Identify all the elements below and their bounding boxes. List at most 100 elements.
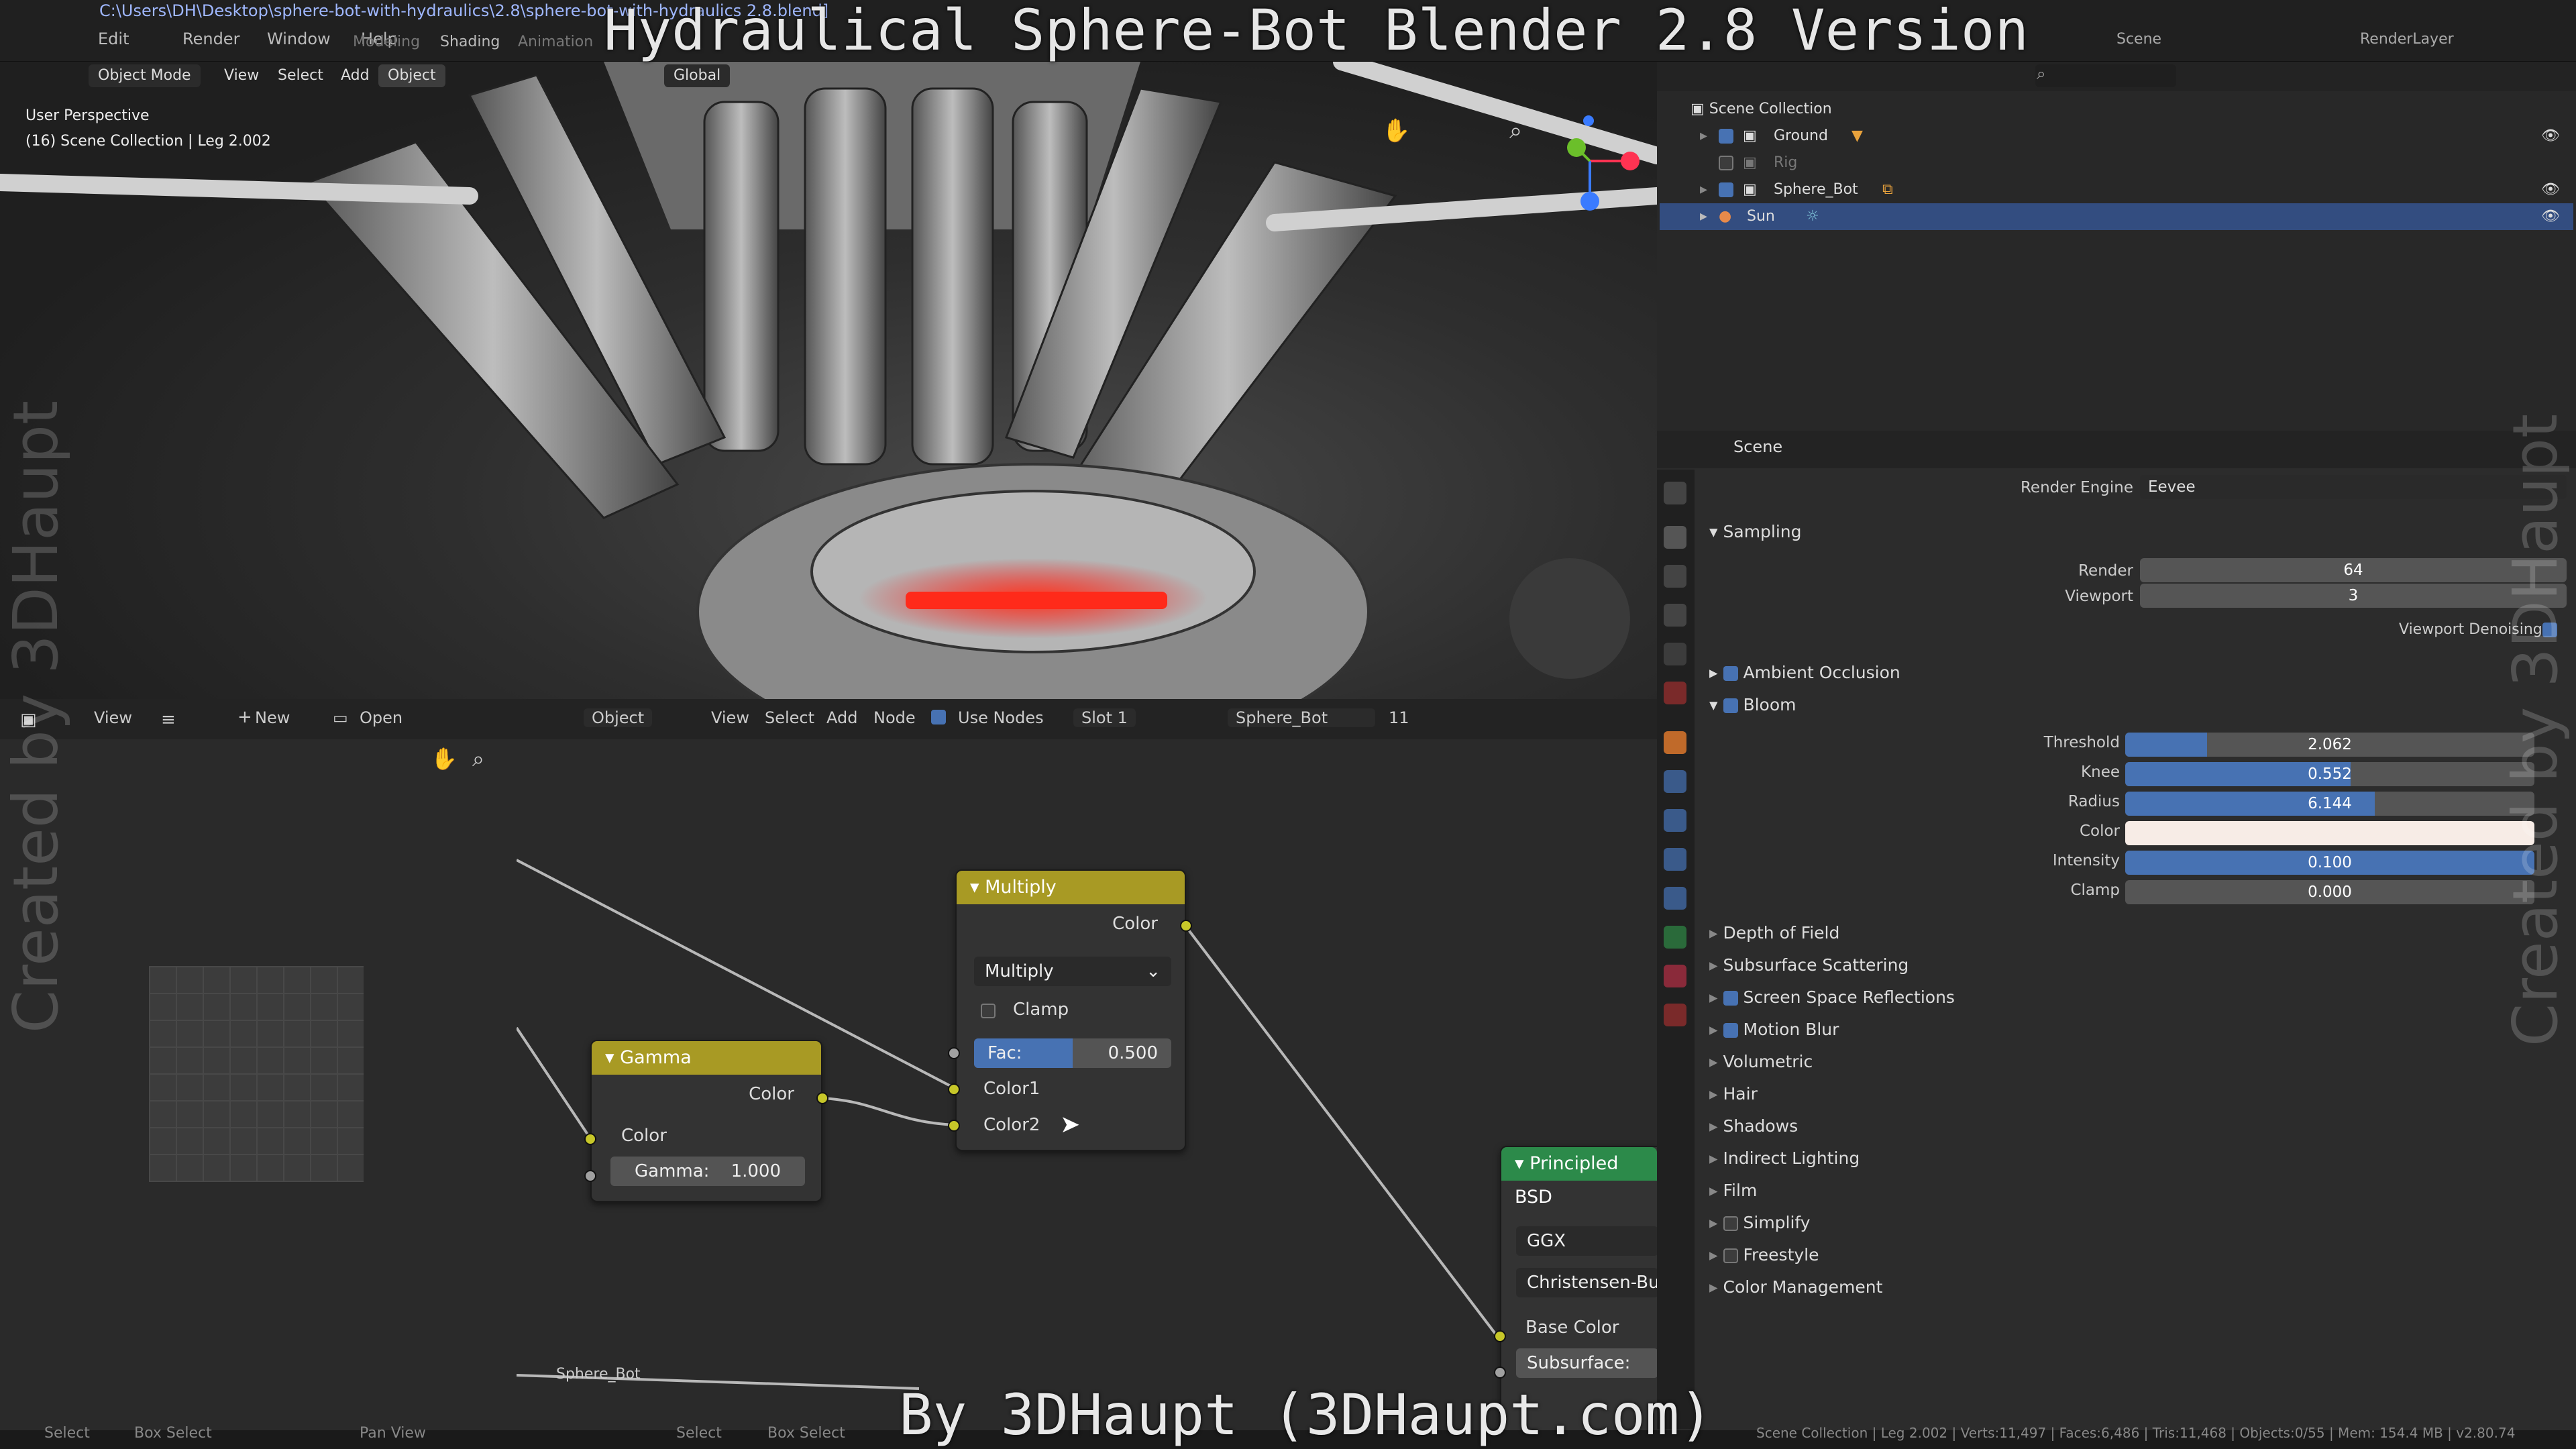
expand-arrow-icon[interactable]: ▸ (1700, 203, 1707, 230)
clamp-checkbox[interactable] (981, 1004, 996, 1018)
sampling-panel-header[interactable]: ▾ Sampling (1709, 522, 1802, 541)
fac-slider[interactable]: Fac: 0.500 (974, 1038, 1171, 1068)
bloom-color-swatch[interactable] (2125, 821, 2534, 845)
tab-shading[interactable]: Shading (440, 34, 500, 50)
tab-modeling[interactable]: Modeling (353, 34, 420, 50)
outliner-item-rig[interactable]: ▣ Rig (1657, 150, 2576, 176)
panel-freestyle[interactable]: ▸ Freestyle (1709, 1245, 1819, 1265)
image-view-menu[interactable]: View (94, 708, 132, 727)
node-menu-node[interactable]: Node (873, 708, 916, 727)
gamma-node-header[interactable]: ▾ Gamma (592, 1041, 821, 1075)
menu-edit[interactable]: Edit (98, 30, 129, 48)
multiply-output-socket[interactable] (1180, 920, 1192, 932)
expand-arrow-icon[interactable]: ▸ (1700, 176, 1707, 203)
viewport-menu-object[interactable]: Object (378, 64, 445, 87)
panel-film[interactable]: ▸ Film (1709, 1181, 1757, 1200)
radius-slider[interactable]: 6.144 (2125, 792, 2534, 816)
node-menu-view[interactable]: View (711, 708, 749, 727)
gamma-value-input-socket[interactable] (584, 1170, 596, 1182)
eye-icon[interactable]: 👁 (2541, 203, 2560, 230)
view-layer-tab-icon[interactable] (1664, 604, 1686, 627)
hand-pan-icon[interactable]: ✋ (1382, 117, 1410, 144)
principled-node-header[interactable]: ▾ Principled BSD (1501, 1147, 1657, 1208)
eye-icon[interactable]: 👁 (2541, 123, 2560, 150)
panel-checkbox[interactable] (1723, 991, 1738, 1006)
viewport-menu-add[interactable]: Add (331, 64, 379, 87)
tool-tab-icon[interactable] (1664, 482, 1686, 504)
hamburger-icon[interactable]: ≡ (161, 710, 176, 730)
bloom-panel-header[interactable]: ▾ Bloom (1709, 695, 1796, 714)
navigation-gizmo[interactable] (1529, 107, 1650, 221)
panel-indirect-lighting[interactable]: ▸ Indirect Lighting (1709, 1148, 1860, 1168)
panel-subsurface-scattering[interactable]: ▸ Subsurface Scattering (1709, 955, 1909, 975)
ground-include-checkbox[interactable] (1719, 129, 1733, 144)
panel-screen-space-reflections[interactable]: ▸ Screen Space Reflections (1709, 987, 1955, 1007)
spherebot-include-checkbox[interactable] (1719, 182, 1733, 197)
render-tab-icon[interactable] (1664, 526, 1686, 549)
zoom-icon[interactable]: ⌕ (1509, 117, 1522, 144)
panel-volumetric[interactable]: ▸ Volumetric (1709, 1052, 1813, 1071)
scene-tab-icon[interactable] (1664, 643, 1686, 665)
panel-hair[interactable]: ▸ Hair (1709, 1084, 1758, 1104)
rig-include-checkbox[interactable] (1719, 156, 1733, 170)
bloom-checkbox[interactable] (1723, 698, 1738, 713)
panel-depth-of-field[interactable]: ▸ Depth of Field (1709, 923, 1839, 943)
transform-orientation[interactable]: Global (664, 64, 731, 87)
bloom-clamp-slider[interactable]: 0.000 (2125, 880, 2534, 904)
material-users-count[interactable]: 11 (1389, 708, 1409, 727)
tab-animation[interactable]: Animation (518, 34, 593, 50)
menu-render[interactable]: Render (182, 30, 239, 48)
3d-viewport[interactable] (0, 62, 1657, 699)
slot-dropdown[interactable]: Slot 1 (1073, 708, 1136, 727)
expand-arrow-icon[interactable]: ▸ (1700, 123, 1707, 150)
outliner-search-input[interactable] (2035, 64, 2176, 87)
constraints-tab-icon[interactable] (1664, 887, 1686, 910)
use-nodes-checkbox[interactable] (931, 710, 946, 724)
fac-input-socket[interactable] (948, 1047, 960, 1059)
object-dropdown[interactable]: Object (584, 708, 653, 727)
panel-simplify[interactable]: ▸ Simplify (1709, 1213, 1811, 1232)
gamma-color-input-socket[interactable] (584, 1133, 596, 1145)
material-tab-icon[interactable] (1664, 965, 1686, 987)
gamma-node[interactable]: ▾ Gamma Color Color Gamma: 1.000 (590, 1040, 822, 1202)
color1-input-socket[interactable] (948, 1083, 960, 1095)
multiply-node[interactable]: ▾ Multiply Color Multiply ⌄ Clamp Fac: 0.… (955, 869, 1186, 1151)
viewport-menu-select[interactable]: Select (268, 64, 333, 87)
multiply-node-header[interactable]: ▾ Multiply (957, 871, 1185, 904)
outliner-item-sphere-bot[interactable]: ▸ ▣ Sphere_Bot ⧉ 👁 (1657, 176, 2576, 203)
node-menu-add[interactable]: Add (826, 708, 857, 727)
viewport-menu-view[interactable]: View (215, 64, 268, 87)
render-layer-selector[interactable]: RenderLayer (2360, 31, 2454, 48)
panel-checkbox[interactable] (1723, 1248, 1738, 1263)
modifier-tab-icon[interactable] (1664, 770, 1686, 793)
physics-tab-icon[interactable] (1664, 848, 1686, 871)
gamma-output-socket[interactable] (816, 1092, 828, 1104)
intensity-slider[interactable]: 0.100 (2125, 851, 2534, 875)
panel-color-management[interactable]: ▸ Color Management (1709, 1277, 1882, 1297)
open-image-button[interactable]: Open (360, 708, 402, 727)
panel-shadows[interactable]: ▸ Shadows (1709, 1116, 1798, 1136)
ambient-occlusion-panel[interactable]: ▸ Ambient Occlusion (1709, 663, 1900, 682)
color2-input-socket[interactable] (948, 1120, 960, 1132)
ao-checkbox[interactable] (1723, 666, 1738, 681)
panel-checkbox[interactable] (1723, 1216, 1738, 1231)
outliner-item-sun[interactable]: ▸ ● Sun ☼ 👁 (1660, 203, 2573, 230)
texture-tab-icon[interactable] (1664, 1004, 1686, 1026)
particles-tab-icon[interactable] (1664, 809, 1686, 832)
scene-selector[interactable]: Scene (2116, 31, 2161, 48)
subsurface-socket[interactable] (1494, 1366, 1506, 1379)
menu-window[interactable]: Window (267, 30, 331, 48)
panel-checkbox[interactable] (1723, 1023, 1738, 1038)
distribution-dropdown[interactable]: GGX (1516, 1226, 1658, 1256)
gamma-value-field[interactable]: Gamma: 1.000 (610, 1157, 805, 1186)
blend-mode-dropdown[interactable]: Multiply ⌄ (974, 957, 1171, 986)
data-tab-icon[interactable] (1664, 926, 1686, 949)
new-image-button[interactable]: New (255, 708, 290, 727)
eye-icon[interactable]: 👁 (2541, 176, 2560, 203)
subsurface-method-dropdown[interactable]: Christensen-Bur (1516, 1268, 1658, 1297)
mode-dropdown[interactable]: Object Mode (89, 64, 201, 87)
object-tab-icon[interactable] (1664, 731, 1686, 754)
world-tab-icon[interactable] (1664, 682, 1686, 704)
subsurface-field[interactable]: Subsurface: (1516, 1348, 1658, 1378)
zoom-icon[interactable]: ⌕ (472, 746, 484, 772)
